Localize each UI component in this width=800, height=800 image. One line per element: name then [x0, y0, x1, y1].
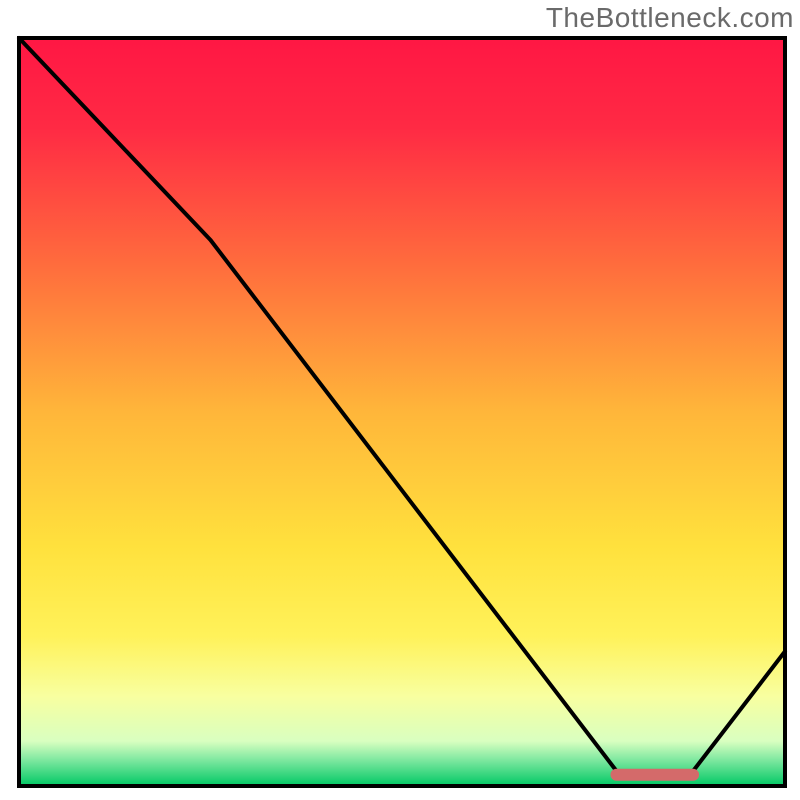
chart-canvas: TheBottleneck.com — [0, 0, 800, 800]
chart-svg — [0, 0, 800, 800]
gradient-background — [19, 38, 785, 786]
